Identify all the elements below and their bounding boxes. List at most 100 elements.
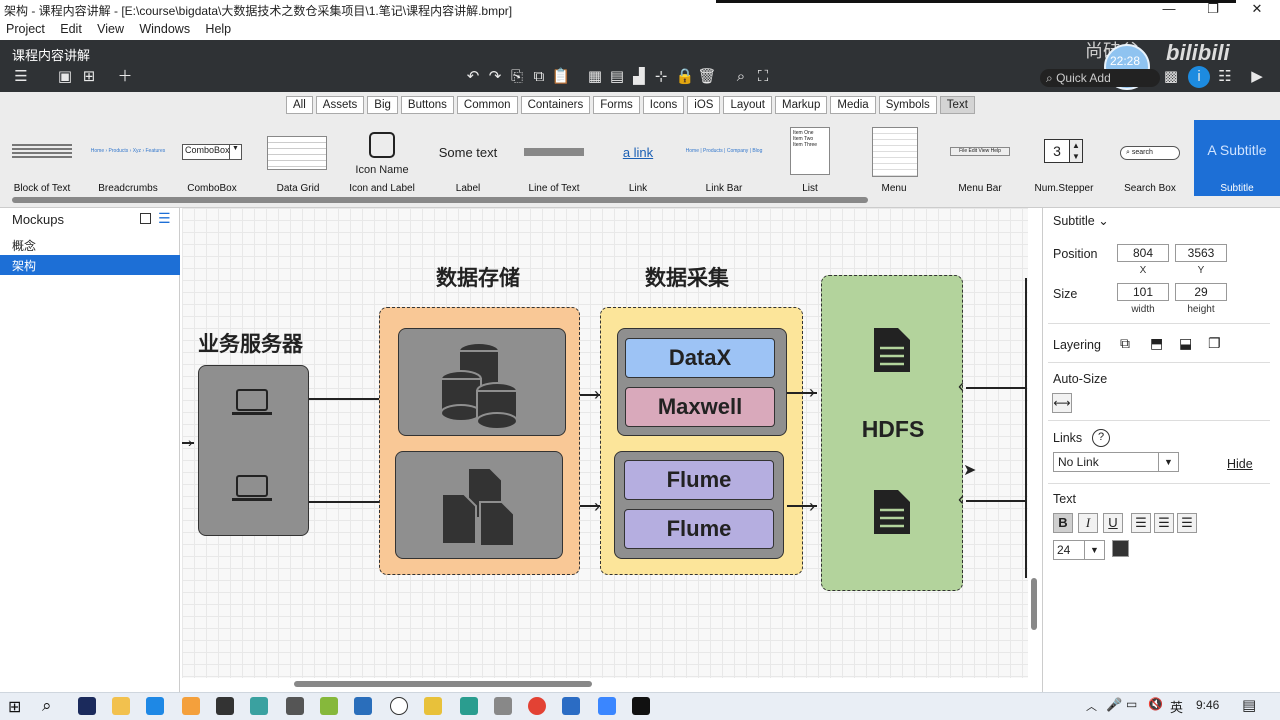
zoom-icon[interactable]: ⌕ <box>730 66 752 88</box>
menu-windows[interactable]: Windows <box>133 20 196 36</box>
canvas-hscroll[interactable] <box>182 678 1028 690</box>
grid-view-icon[interactable]: ⊞ <box>78 66 100 88</box>
hide-link[interactable]: Hide <box>1227 457 1253 471</box>
flume-node[interactable]: Flume <box>624 509 774 549</box>
underline-button[interactable]: U <box>1103 513 1123 533</box>
files-box[interactable] <box>395 451 563 559</box>
app-icon[interactable] <box>460 697 478 715</box>
add-icon[interactable]: ＋ <box>114 66 136 88</box>
menu-edit[interactable]: Edit <box>54 20 88 36</box>
file-explorer-icon[interactable] <box>112 697 130 715</box>
lock-icon[interactable]: 🔒 <box>674 66 696 88</box>
font-size-select[interactable]: 24 ▼ <box>1053 540 1105 560</box>
notepad-icon[interactable] <box>320 697 338 715</box>
position-x-field[interactable]: 804 <box>1117 244 1169 262</box>
sidebar-item-architecture[interactable]: 架构 <box>0 255 180 275</box>
filter-layout[interactable]: Layout <box>723 96 772 114</box>
lib-search-box[interactable]: ⌕ search Search Box <box>1108 122 1192 196</box>
datax-node[interactable]: DataX <box>625 338 775 378</box>
square-view-icon[interactable] <box>140 213 151 224</box>
filter-icons[interactable]: Icons <box>642 96 685 114</box>
duplicate-icon[interactable]: ⧉ <box>528 66 550 88</box>
notification-icon[interactable]: ▤ <box>1242 696 1256 714</box>
filter-assets[interactable]: Assets <box>315 96 365 114</box>
app-icon[interactable] <box>182 697 200 715</box>
clock[interactable]: 9:46 <box>1196 698 1219 712</box>
filter-common[interactable]: Common <box>456 96 518 114</box>
network-icon[interactable]: ▭ <box>1126 697 1137 711</box>
position-y-field[interactable]: 3563 <box>1175 244 1227 262</box>
hamburger-menu-icon[interactable]: ☰ <box>10 66 32 88</box>
sidebar-item-concept[interactable]: 概念 <box>0 235 180 255</box>
filter-ios[interactable]: iOS <box>687 96 721 114</box>
microphone-icon[interactable]: 🎤 <box>1106 697 1122 713</box>
autosize-icon[interactable]: ⟷ <box>1052 393 1072 413</box>
library-scroll-thumb[interactable] <box>12 197 868 203</box>
heading-storage[interactable]: 数据存储 <box>436 262 520 292</box>
app-icon[interactable] <box>146 697 164 715</box>
height-field[interactable]: 29 <box>1175 283 1227 301</box>
ungroup-icon[interactable]: ▤ <box>606 66 628 88</box>
intellij-icon[interactable] <box>632 697 650 715</box>
project-tab[interactable]: 课程内容讲解 <box>12 45 90 64</box>
batch-tools-box[interactable]: DataX Maxwell <box>617 328 787 436</box>
canvas-vscroll[interactable] <box>1028 208 1040 678</box>
lib-icon-and-label[interactable]: Icon Name Icon and Label <box>340 122 424 196</box>
volume-muted-icon[interactable]: 🔇 <box>1148 697 1163 711</box>
help-icon[interactable]: ? <box>1092 429 1110 447</box>
hdfs-container[interactable]: HDFS <box>821 275 963 591</box>
lib-data-grid[interactable]: Data Grid <box>256 122 340 196</box>
quick-add-input[interactable]: ⌕ Quick Add <box>1040 69 1160 87</box>
menu-project[interactable]: Project <box>0 20 51 36</box>
lib-breadcrumbs[interactable]: Home › Products › Xyz › Features Breadcr… <box>86 122 170 196</box>
align-center-icon[interactable]: ☰ <box>1154 513 1174 533</box>
bring-to-front-icon[interactable]: ⧉ <box>1120 335 1130 352</box>
filter-text[interactable]: Text <box>939 96 975 114</box>
app-icon[interactable] <box>216 697 234 715</box>
restore-button[interactable]: ❐ <box>1198 1 1228 19</box>
app-icon[interactable] <box>494 697 512 715</box>
lib-link[interactable]: a link Link <box>596 122 680 196</box>
filter-markup[interactable]: Markup <box>775 96 828 114</box>
stream-tools-box[interactable]: Flume Flume <box>614 451 784 559</box>
info-icon[interactable]: i <box>1188 66 1210 88</box>
filter-big[interactable]: Big <box>367 96 398 114</box>
image-icon[interactable]: ▩ <box>1160 66 1182 88</box>
ime-indicator[interactable]: 英 <box>1170 697 1183 716</box>
list-icon[interactable]: ☷ <box>1214 66 1236 88</box>
app-icon[interactable] <box>598 697 616 715</box>
maxwell-node[interactable]: Maxwell <box>625 387 775 427</box>
bold-button[interactable]: B <box>1053 513 1073 533</box>
list-view-icon[interactable]: ☰ <box>158 210 171 227</box>
app-icon[interactable] <box>562 697 580 715</box>
align-icon[interactable]: ▟ <box>628 66 650 88</box>
chrome-icon[interactable] <box>528 697 546 715</box>
collect-container[interactable]: DataX Maxwell Flume Flume <box>600 307 803 575</box>
windows-start-icon[interactable]: ⊞ <box>8 697 21 717</box>
filter-all[interactable]: All <box>286 96 313 114</box>
hscroll-thumb[interactable] <box>294 681 592 687</box>
send-backward-icon[interactable]: ⬓ <box>1179 335 1192 352</box>
library-scrollbar[interactable] <box>0 196 1280 204</box>
lib-list[interactable]: Item One Item Two Item Three List <box>768 122 852 196</box>
server-box[interactable] <box>198 365 309 536</box>
heading-collect[interactable]: 数据采集 <box>645 262 729 292</box>
present-icon[interactable]: ▶ <box>1246 66 1268 88</box>
menu-help[interactable]: Help <box>199 20 237 36</box>
clipboard-icon[interactable]: 📋 <box>550 66 572 88</box>
fullscreen-icon[interactable]: ⛶ <box>752 66 774 88</box>
storage-container[interactable] <box>379 307 580 575</box>
menu-view[interactable]: View <box>91 20 130 36</box>
vscroll-thumb[interactable] <box>1031 578 1037 630</box>
trash-icon[interactable]: 🗑 <box>696 66 718 88</box>
flume-node[interactable]: Flume <box>624 460 774 500</box>
lib-num-stepper[interactable]: 3 ▲ ▼ Num.Stepper <box>1022 122 1106 196</box>
group-icon[interactable]: ▦ <box>584 66 606 88</box>
app-icon[interactable] <box>286 697 304 715</box>
align-right-icon[interactable]: ☰ <box>1177 513 1197 533</box>
filter-media[interactable]: Media <box>830 96 876 114</box>
distribute-icon[interactable]: ⊹ <box>650 66 672 88</box>
filter-buttons[interactable]: Buttons <box>400 96 454 114</box>
undo-icon[interactable]: ↶ <box>462 66 484 88</box>
app-icon[interactable] <box>354 697 372 715</box>
